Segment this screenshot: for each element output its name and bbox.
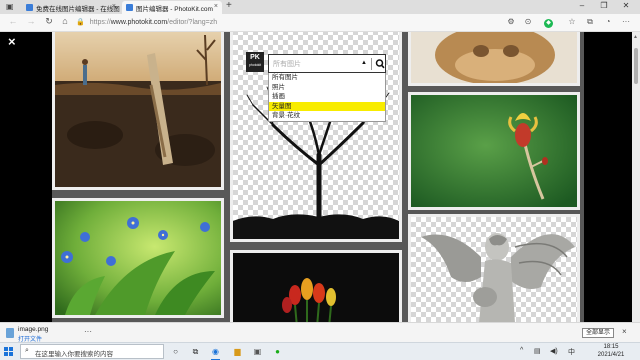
input-language[interactable]: 中: [568, 347, 575, 357]
image-type-select[interactable]: 所有图片 ▲: [268, 54, 386, 73]
option-illustrations[interactable]: 插画: [269, 92, 385, 102]
url-path: /editor/?lang=zh: [167, 19, 218, 26]
tab-close-icon[interactable]: ×: [112, 3, 116, 10]
tab-photokit-editor[interactable]: 图片编辑器 - PhotoKit.com ×: [122, 1, 222, 14]
option-vectors[interactable]: 矢量图: [269, 101, 385, 111]
download-filename[interactable]: image.png: [18, 326, 48, 333]
download-more-button[interactable]: ···: [84, 327, 92, 336]
option-all-images[interactable]: 所有图片: [269, 73, 385, 83]
maximize-icon[interactable]: ❐: [594, 1, 614, 10]
wechat-icon[interactable]: ●: [272, 346, 283, 357]
reload-icon[interactable]: ↻: [42, 16, 56, 27]
favicon-icon: [126, 4, 133, 11]
taskbar-search-placeholder: 在这里输入你要搜索的内容: [35, 351, 113, 358]
edge-browser-icon[interactable]: ◉: [210, 346, 221, 360]
reading-view-icon[interactable]: ⊙: [522, 17, 534, 26]
caret-up-icon[interactable]: ▲: [361, 60, 367, 66]
select-placeholder: 所有图片: [273, 61, 301, 68]
search-icon[interactable]: [375, 58, 385, 70]
image-file-icon: [6, 328, 14, 338]
select-divider: [371, 58, 372, 70]
gallery-image-tulips[interactable]: [230, 250, 402, 322]
gallery-image-animal[interactable]: [408, 32, 580, 86]
lock-icon: 🔒: [76, 19, 85, 26]
download-bar: image.png 打开文件 ··· 全部显示 ×: [0, 322, 640, 343]
taskbar-search-box[interactable]: ⌕ 在这里输入你要搜索的内容: [20, 344, 164, 359]
network-icon[interactable]: ▤: [534, 347, 541, 355]
option-backgrounds[interactable]: 背景·花纹: [269, 111, 385, 121]
option-photos[interactable]: 照片: [269, 83, 385, 93]
tab-label: 免费在线图片编辑器 - 在线图页: [36, 5, 120, 13]
gallery-image-flower-bud[interactable]: [408, 92, 580, 210]
tab-photokit-home[interactable]: 免费在线图片编辑器 - 在线图页 ×: [22, 1, 120, 14]
page-scrollbar[interactable]: ▲: [632, 32, 640, 322]
logo-text: photokit: [248, 63, 262, 67]
scrollbar-thumb[interactable]: [634, 48, 638, 84]
windows-taskbar: ⌕ 在这里输入你要搜索的内容 ○ ⧉ ◉ ▆ ▣ ● ^ ▤ ◀) 中 18:1…: [0, 342, 640, 360]
gallery-image-angel-statue[interactable]: [408, 214, 580, 322]
favicon-icon: [26, 4, 33, 11]
close-editor-button[interactable]: ×: [8, 34, 16, 49]
window-close-icon[interactable]: ✕: [616, 1, 636, 10]
tab-label: 图片编辑器 - PhotoKit.com: [136, 5, 213, 13]
gallery-image-blue-flowers[interactable]: [52, 198, 224, 318]
favorite-star-icon[interactable]: ☆: [566, 17, 578, 26]
windows-start-icon[interactable]: [4, 347, 14, 357]
profile-icon[interactable]: ◔: [602, 17, 614, 26]
task-view-icon[interactable]: ⧉: [190, 346, 201, 357]
extension-icon[interactable]: ⚙: [505, 17, 517, 26]
new-tab-button[interactable]: +: [226, 0, 232, 11]
cortana-icon[interactable]: ○: [170, 346, 181, 357]
url-scheme: https://: [89, 19, 111, 26]
image-type-options: 所有图片 照片 插画 矢量图 背景·花纹: [268, 73, 386, 122]
gallery-image-desert[interactable]: [52, 32, 224, 190]
more-menu-icon[interactable]: ···: [620, 17, 632, 26]
tray-overflow-icon[interactable]: ^: [520, 347, 523, 354]
download-bar-close-button[interactable]: ×: [622, 327, 627, 336]
tab-close-icon[interactable]: ×: [214, 3, 218, 10]
url-field[interactable]: 🔒 https:// www.photokit.com /editor/?lan…: [76, 17, 506, 29]
clock-time: 18:15: [603, 344, 619, 350]
photokit-logo: PK photokit: [246, 52, 264, 72]
url-host: www.photokit.com: [110, 19, 168, 26]
tab-actions-icon[interactable]: ▣: [6, 2, 14, 11]
volume-icon[interactable]: ◀): [550, 347, 558, 355]
search-icon: ⌕: [25, 347, 29, 354]
minimize-icon[interactable]: –: [572, 1, 592, 10]
taskbar-clock[interactable]: 18:15 2021/4/21: [592, 344, 630, 359]
clock-date: 2021/4/21: [597, 351, 625, 358]
home-icon[interactable]: ⌂: [58, 16, 72, 26]
photokit-page: × PK photokit 所有图片 ▲ 所有图片 照片 插画 矢量图 背景·花…: [0, 32, 640, 322]
tab-bar: ▣ 免费在线图片编辑器 - 在线图页 × 图片编辑器 - PhotoKit.co…: [0, 0, 640, 14]
store-icon[interactable]: ▣: [252, 346, 263, 357]
scroll-up-icon[interactable]: ▲: [633, 34, 638, 40]
show-all-downloads-button[interactable]: 全部显示: [582, 328, 615, 338]
forward-icon[interactable]: →: [24, 16, 38, 26]
address-toolbar: ← → ↻ ⌂ 🔒 https:// www.photokit.com /edi…: [0, 14, 640, 32]
file-explorer-icon[interactable]: ▆: [232, 346, 243, 357]
collections-icon[interactable]: ⧉: [584, 17, 596, 27]
extension-green-icon[interactable]: ◆: [544, 19, 553, 28]
back-icon[interactable]: ←: [6, 16, 20, 26]
logo-mark: PK: [250, 54, 260, 61]
